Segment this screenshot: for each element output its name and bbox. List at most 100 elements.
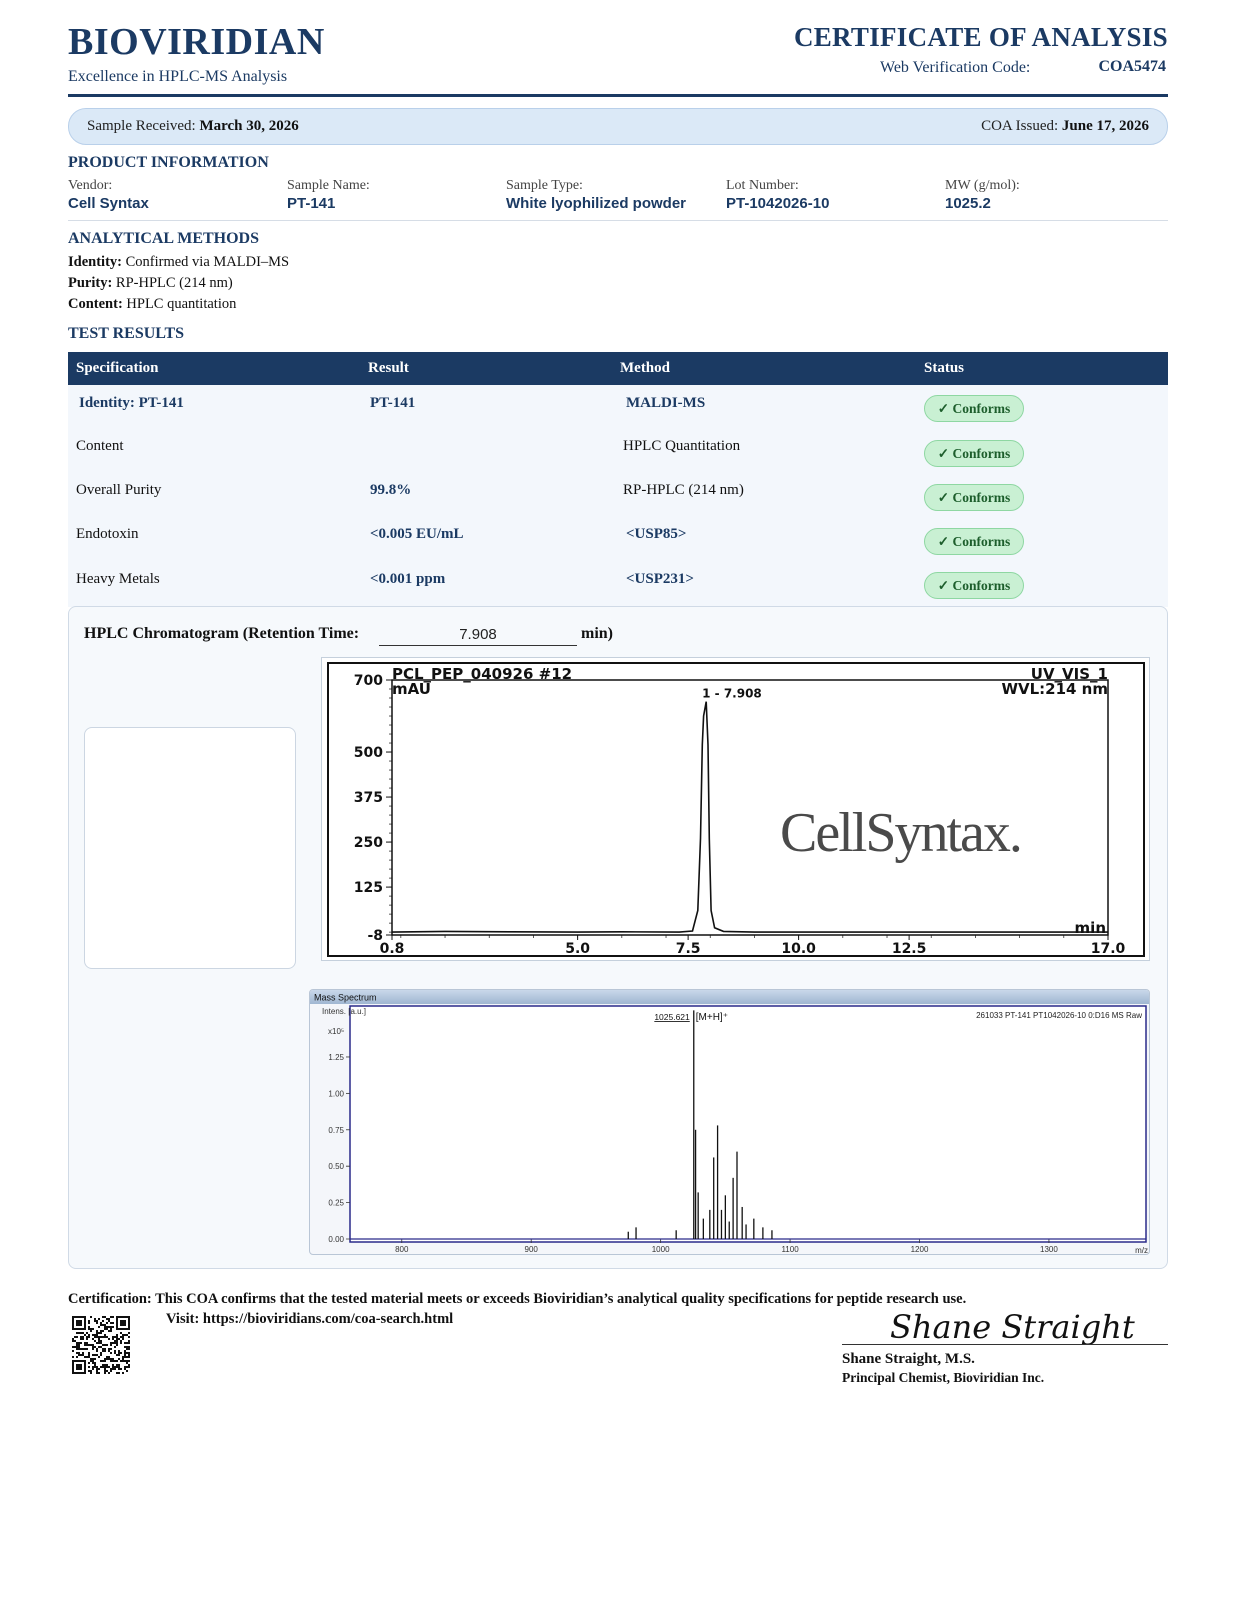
coa-issued: COA Issued: June 17, 2026 bbox=[981, 118, 1149, 135]
qr-module bbox=[110, 1352, 112, 1354]
qr-module bbox=[118, 1366, 120, 1368]
qr-module bbox=[104, 1336, 106, 1338]
qr-module bbox=[110, 1316, 112, 1318]
qr-module bbox=[78, 1346, 80, 1348]
field-label: MW (g/mol): bbox=[945, 178, 1020, 193]
column-header-status: Status bbox=[924, 360, 965, 376]
results-table: Specification Result Method Status Ident… bbox=[68, 352, 1168, 607]
qr-module bbox=[90, 1370, 92, 1372]
qr-module bbox=[118, 1372, 120, 1374]
method-label: Content: bbox=[68, 296, 123, 312]
qr-module bbox=[124, 1360, 126, 1362]
qr-module bbox=[124, 1354, 126, 1356]
qr-module bbox=[114, 1368, 116, 1370]
qr-module bbox=[108, 1356, 110, 1358]
retention-time-field[interactable] bbox=[379, 624, 577, 646]
verification-link[interactable]: Visit: https://bioviridians.com/coa-sear… bbox=[166, 1311, 453, 1328]
qr-module bbox=[92, 1328, 94, 1330]
qr-module bbox=[98, 1342, 100, 1344]
test-results-heading: TEST RESULTS bbox=[68, 325, 185, 342]
cell-specification: Heavy Metals bbox=[76, 571, 160, 587]
qr-module bbox=[100, 1366, 102, 1368]
ms-peak-ion-label: [M+H]⁺ bbox=[696, 1012, 728, 1023]
qr-module bbox=[126, 1348, 128, 1350]
qr-module bbox=[86, 1348, 88, 1350]
qr-module bbox=[102, 1316, 104, 1318]
mass-spectrum-title: Mass Spectrum bbox=[314, 993, 377, 1003]
qr-module bbox=[102, 1366, 104, 1368]
qr-module bbox=[80, 1336, 82, 1338]
qr-module bbox=[126, 1362, 128, 1364]
qr-module bbox=[106, 1356, 108, 1358]
ms-y-label: Intens. [a.u.] bbox=[322, 1007, 366, 1016]
status-badge: ✓ Conforms bbox=[924, 395, 1024, 422]
qr-module bbox=[112, 1366, 114, 1368]
qr-module bbox=[92, 1338, 94, 1340]
qr-module bbox=[80, 1348, 82, 1350]
qr-module bbox=[120, 1336, 122, 1338]
hplc-x-tick-label: 12.5 bbox=[892, 941, 927, 957]
cell-specification: Overall Purity bbox=[76, 482, 162, 498]
sample-received: Sample Received: March 30, 2026 bbox=[87, 118, 299, 135]
table-row: Identity: PT-141 PT-141 MALDI-MS ✓ Confo… bbox=[68, 385, 1168, 429]
chromatogram-title: HPLC Chromatogram (Retention Time: bbox=[84, 625, 360, 642]
ms-x-tick-label: 1000 bbox=[652, 1245, 670, 1254]
qr-module bbox=[100, 1342, 102, 1344]
method-value: Confirmed via MALDI–MS bbox=[125, 254, 290, 270]
qr-module bbox=[116, 1342, 118, 1344]
qr-module bbox=[84, 1344, 86, 1346]
qr-module bbox=[128, 1366, 130, 1368]
issued-label: COA Issued: bbox=[981, 118, 1059, 134]
qr-module bbox=[78, 1354, 80, 1356]
qr-module bbox=[96, 1368, 98, 1370]
qr-module bbox=[76, 1342, 78, 1344]
qr-module bbox=[114, 1340, 116, 1342]
qr-module bbox=[106, 1358, 108, 1360]
qr-module bbox=[110, 1322, 112, 1324]
qr-module bbox=[86, 1338, 88, 1340]
qr-module bbox=[72, 1346, 74, 1348]
column-header-result: Result bbox=[368, 360, 409, 376]
qr-module bbox=[100, 1354, 102, 1356]
qr-module bbox=[122, 1338, 124, 1340]
issued-date: June 17, 2026 bbox=[1061, 118, 1149, 134]
status-badge: ✓ Conforms bbox=[924, 572, 1024, 599]
qr-module bbox=[74, 1336, 76, 1338]
ms-y-tick-label: 0.00 bbox=[328, 1235, 344, 1244]
qr-module bbox=[118, 1352, 120, 1354]
hplc-outer-border bbox=[327, 662, 1145, 957]
qr-module bbox=[126, 1366, 128, 1368]
qr-module bbox=[92, 1360, 94, 1362]
qr-code[interactable] bbox=[72, 1316, 130, 1374]
brand-name: BIOVIRIDIAN bbox=[68, 21, 325, 63]
qr-module bbox=[100, 1340, 102, 1342]
qr-module bbox=[118, 1338, 120, 1340]
qr-module bbox=[88, 1354, 90, 1356]
verification-label: Web Verification Code: bbox=[880, 59, 1031, 76]
hplc-y-tick-label: 700 bbox=[354, 673, 383, 689]
qr-module bbox=[76, 1352, 78, 1354]
qr-module bbox=[72, 1338, 74, 1340]
qr-module bbox=[112, 1368, 114, 1370]
qr-module bbox=[106, 1326, 108, 1328]
table-row: Heavy Metals <0.001 ppm <USP231> ✓ Confo… bbox=[68, 561, 1168, 605]
qr-module bbox=[126, 1370, 128, 1372]
cell-result: PT-141 bbox=[370, 395, 416, 411]
hplc-wavelength: WVL:214 nm bbox=[1001, 680, 1108, 698]
qr-module bbox=[128, 1360, 130, 1362]
qr-module bbox=[104, 1372, 106, 1374]
hplc-y-tick-label: 250 bbox=[354, 835, 383, 851]
qr-module bbox=[108, 1350, 110, 1352]
qr-module bbox=[96, 1366, 98, 1368]
qr-module bbox=[128, 1356, 130, 1358]
qr-module bbox=[96, 1354, 98, 1356]
cell-result: 99.8% bbox=[370, 482, 412, 498]
qr-module bbox=[94, 1320, 96, 1322]
qr-module bbox=[98, 1372, 100, 1374]
qr-module bbox=[80, 1338, 82, 1340]
mass-spectrum-titlebar bbox=[310, 990, 1149, 1004]
qr-module bbox=[116, 1360, 118, 1362]
ms-y-tick-label: 1.00 bbox=[328, 1089, 344, 1098]
qr-module bbox=[88, 1370, 90, 1372]
qr-module bbox=[108, 1348, 110, 1350]
